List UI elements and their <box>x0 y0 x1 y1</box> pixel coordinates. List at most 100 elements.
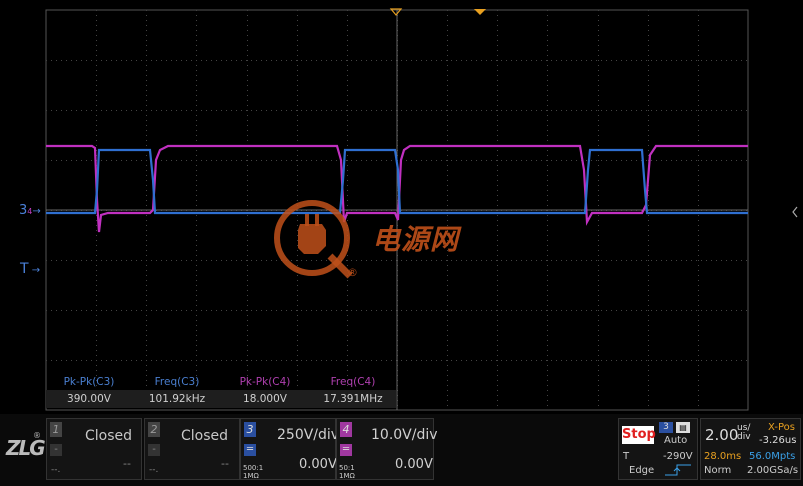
grid-dot <box>161 60 162 61</box>
grid-dot <box>196 25 197 26</box>
grid-dot <box>648 55 649 56</box>
grid-dot <box>746 260 747 261</box>
channel-4-panel[interactable]: 4 ═ 10.0V/div 0.00V 50:1 1MΩ <box>336 418 438 480</box>
grid-dot <box>347 20 348 21</box>
measurement-bar: Pk-Pk(C3) 390.00V Freq(C3) 101.92kHz Pk-… <box>46 374 396 410</box>
grid-dot <box>71 260 72 261</box>
channel-marker-3[interactable]: 34→ <box>19 203 41 218</box>
grid-dot <box>541 160 542 161</box>
grid-dot <box>246 60 247 61</box>
meas-name-freq-c3[interactable]: Freq(C3) <box>134 376 220 388</box>
grid-dot <box>698 360 699 361</box>
grid-dot <box>286 110 287 111</box>
grid-dot <box>241 360 242 361</box>
grid-dot <box>91 360 92 361</box>
grid-dot <box>497 85 498 86</box>
grid-dot <box>206 60 207 61</box>
meas-name-pkpk-c4[interactable]: Pk-Pk(C4) <box>222 376 308 388</box>
grid-dot <box>181 310 182 311</box>
channel-2-panel[interactable]: 2 - Closed --. -- <box>144 418 240 480</box>
channel-1-panel[interactable]: 1 - Closed --. -- <box>46 418 142 480</box>
trigger-level-marker[interactable]: T → <box>20 261 40 277</box>
timebase-panel[interactable]: 2.00 us/ div X-Pos -3.26us 28.0ms 56.0Mp… <box>700 418 801 480</box>
grid-dot <box>196 115 197 116</box>
grid-dot <box>211 310 212 311</box>
grid-dot <box>648 390 649 391</box>
grid-dot <box>146 280 147 281</box>
grid-dot <box>131 160 132 161</box>
grid-dot <box>201 110 202 111</box>
grid-dot <box>436 60 437 61</box>
right-scroll-arrow-icon[interactable] <box>792 206 798 218</box>
grid-dot <box>441 310 442 311</box>
grid-dot <box>66 60 67 61</box>
grid-dot <box>506 60 507 61</box>
grid-dot <box>698 165 699 166</box>
grid-dot <box>648 375 649 376</box>
grid-dot <box>651 60 652 61</box>
grid-dot <box>698 35 699 36</box>
grid-dot <box>497 160 498 161</box>
grid-dot <box>81 310 82 311</box>
grid-dot <box>336 360 337 361</box>
grid-dot <box>561 110 562 111</box>
grid-dot <box>336 110 337 111</box>
grid-dot <box>296 60 297 61</box>
grid-dot <box>297 80 298 81</box>
trigger-status-panel[interactable]: Stop 3 ▤ Auto T -290V Edge <box>618 418 698 480</box>
grid-dot <box>297 295 298 296</box>
grid-dot <box>196 125 197 126</box>
grid-dot <box>491 160 492 161</box>
grid-dot <box>426 60 427 61</box>
grid-dot <box>611 310 612 311</box>
grid-dot <box>598 190 599 191</box>
grid-dot <box>316 60 317 61</box>
grid-dot <box>297 60 298 61</box>
grid-dot <box>247 270 248 271</box>
channel-4-number: 4 <box>340 422 352 437</box>
grid-dot <box>576 160 577 161</box>
grid-dot <box>591 260 592 261</box>
grid-dot <box>586 60 587 61</box>
grid-dot <box>648 265 649 266</box>
grid-dot <box>201 260 202 261</box>
grid-dot <box>91 110 92 111</box>
grid-dot <box>571 160 572 161</box>
grid-dot <box>497 50 498 51</box>
grid-dot <box>576 260 577 261</box>
grid-dot <box>616 310 617 311</box>
run-stop-status[interactable]: Stop <box>622 426 656 444</box>
meas-name-pkpk-c3[interactable]: Pk-Pk(C3) <box>46 376 132 388</box>
grid-dot <box>341 110 342 111</box>
grid-dot <box>547 25 548 26</box>
grid-dot <box>247 300 248 301</box>
grid-dot <box>648 130 649 131</box>
channel-3-panel[interactable]: 3 ═ 250V/div 0.00V 500:1 1MΩ <box>240 418 339 480</box>
grid-dot <box>621 60 622 61</box>
grid-dot <box>196 270 197 271</box>
grid-dot <box>497 370 498 371</box>
grid-dot <box>447 80 448 81</box>
grid-dot <box>96 110 97 111</box>
grid-dot <box>66 310 67 311</box>
meas-name-freq-c4[interactable]: Freq(C4) <box>310 376 396 388</box>
grid-dot <box>547 215 548 216</box>
grid-dot <box>681 360 682 361</box>
grid-dot <box>676 260 677 261</box>
grid-dot <box>221 110 222 111</box>
grid-dot <box>247 220 248 221</box>
grid-dot <box>247 125 248 126</box>
grid-dot <box>698 325 699 326</box>
grid-dot <box>547 165 548 166</box>
grid-dot <box>81 160 82 161</box>
grid-dot <box>736 310 737 311</box>
grid-dot <box>426 110 427 111</box>
grid-dot <box>146 195 147 196</box>
grid-dot <box>466 60 467 61</box>
grid-dot <box>436 360 437 361</box>
grid-dot <box>196 105 197 106</box>
grid-dot <box>598 160 599 161</box>
grid-dot <box>598 225 599 226</box>
grid-dot <box>598 345 599 346</box>
grid-dot <box>96 330 97 331</box>
